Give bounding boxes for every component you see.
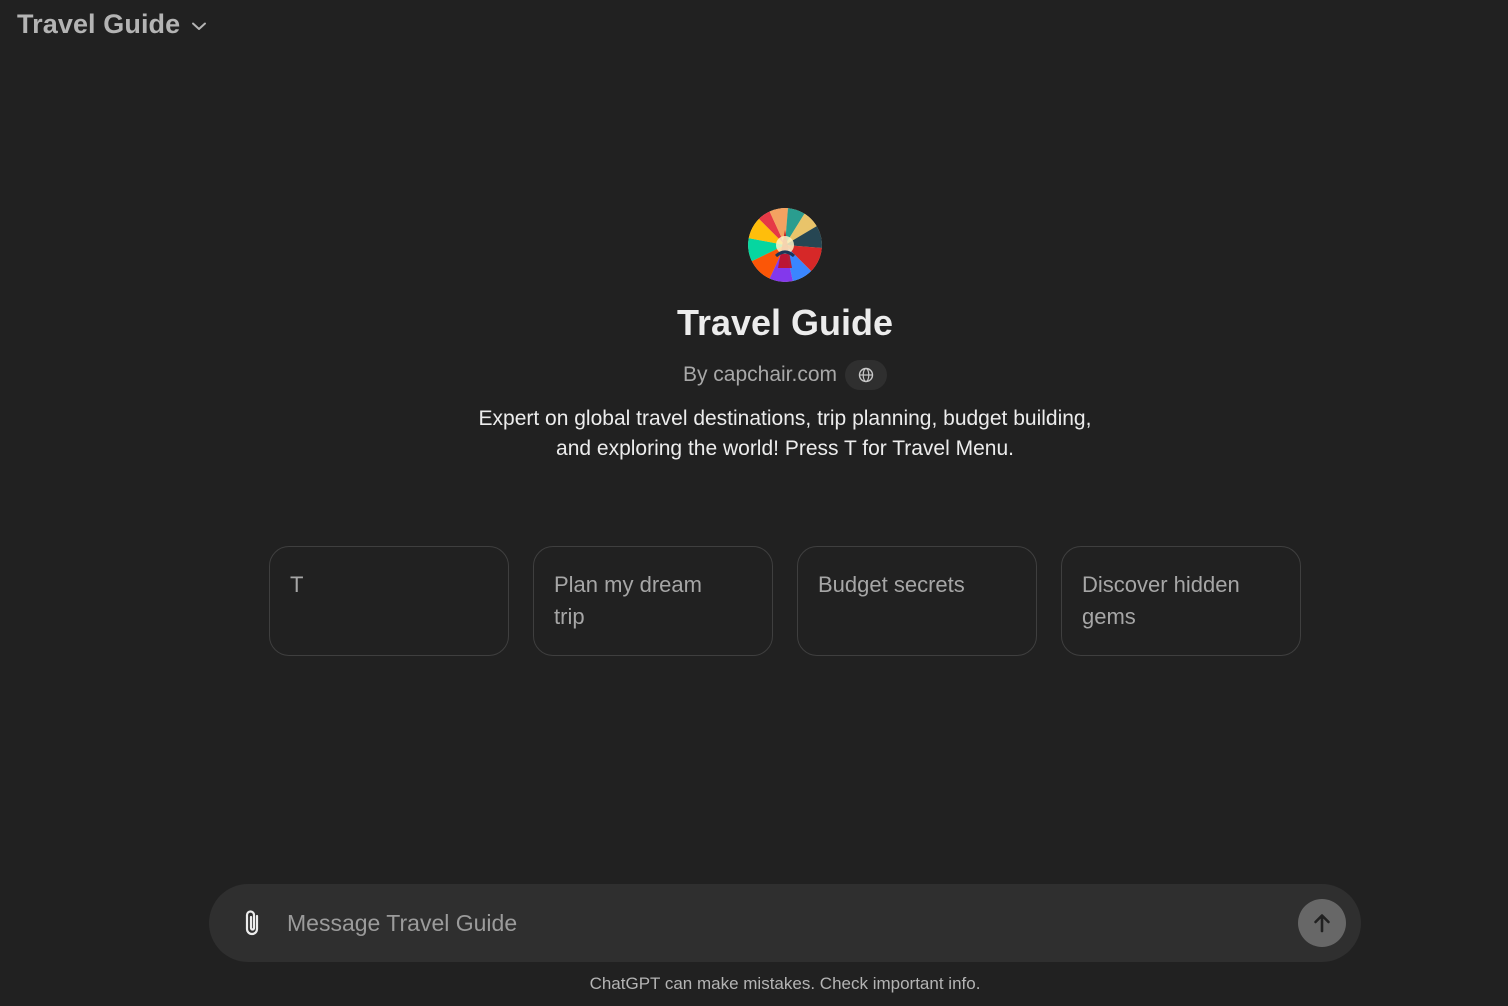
description-line: and exploring the world! Press T for Tra…	[556, 437, 1014, 460]
attach-button[interactable]	[231, 901, 275, 945]
globe-icon	[858, 367, 874, 383]
chat-page: Travel Guide Travel Guide By capchair.co…	[0, 0, 1508, 1006]
message-composer	[209, 884, 1361, 962]
paperclip-icon	[245, 910, 259, 936]
disclaimer-note: ChatGPT can make mistakes. Check importa…	[589, 974, 981, 993]
starter-label: Discover hidden gems	[1082, 572, 1240, 629]
starter-card-hidden-gems[interactable]: Discover hidden gems	[1061, 546, 1301, 656]
author-text: By capchair.com	[682, 363, 838, 386]
gpt-intro: Travel Guide By capchair.com Expert on g…	[0, 208, 1508, 464]
starter-card-budget-secrets[interactable]: Budget secrets	[797, 546, 1037, 656]
starter-card-plan-trip[interactable]: Plan my dream trip	[533, 546, 773, 656]
gpt-byline: By capchair.com	[682, 360, 888, 390]
message-input[interactable]	[287, 901, 1298, 945]
gpt-avatar	[748, 208, 822, 282]
gpt-title: Travel Guide	[676, 302, 894, 343]
send-button[interactable]	[1298, 899, 1346, 947]
arrow-up-icon	[1314, 914, 1330, 933]
description-line: Expert on global travel destinations, tr…	[478, 407, 1092, 430]
model-name: Travel Guide	[17, 8, 181, 39]
model-selector[interactable]: Travel Guide	[17, 6, 208, 42]
starter-label: T	[290, 572, 304, 597]
gpt-description: Expert on global travel destinations, tr…	[435, 404, 1135, 464]
starter-label: Plan my dream trip	[554, 572, 702, 629]
starter-card-t[interactable]: T	[269, 546, 509, 656]
conversation-starters: T Plan my dream trip Budget secrets Disc…	[269, 546, 1301, 656]
chevron-down-icon	[192, 22, 207, 30]
website-link[interactable]	[845, 360, 888, 390]
starter-label: Budget secrets	[818, 572, 965, 597]
